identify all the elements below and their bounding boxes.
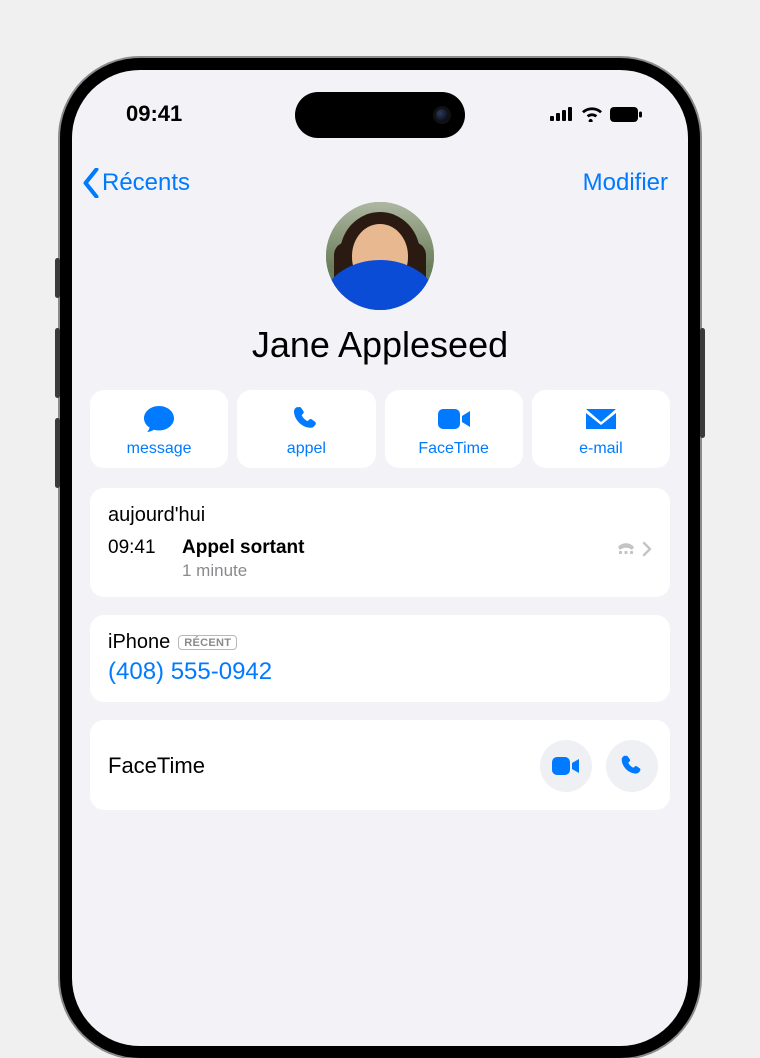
message-label: message [94, 440, 224, 458]
facetime-label: FaceTime [389, 440, 519, 458]
screen: 09:41 [72, 70, 688, 1046]
email-button[interactable]: e-mail [532, 390, 670, 468]
device-frame: 09:41 [60, 58, 700, 1058]
call-log-type: Appel sortant [182, 537, 602, 559]
back-button[interactable]: Récents [82, 168, 190, 198]
facetime-card: FaceTime [90, 720, 670, 810]
power-button [700, 328, 705, 438]
facetime-audio-button[interactable] [606, 740, 658, 792]
wifi-icon [581, 106, 603, 122]
call-label: appel [241, 440, 371, 458]
email-label: e-mail [536, 440, 666, 458]
nav-bar: Récents Modifier [72, 160, 688, 198]
chevron-left-icon [82, 168, 100, 198]
phone-number-card[interactable]: iPhone RÉCENT (408) 555-0942 [90, 615, 670, 702]
facetime-video-button[interactable] [540, 740, 592, 792]
content-area: Récents Modifier Jane Appleseed [72, 70, 688, 810]
message-button[interactable]: message [90, 390, 228, 468]
message-icon [142, 404, 176, 434]
volume-up-button [55, 328, 60, 398]
cellular-icon [550, 107, 574, 121]
tty-icon [616, 542, 636, 556]
contact-name: Jane Appleseed [72, 324, 688, 366]
call-log-duration: 1 minute [182, 561, 602, 581]
call-log-section-title: aujourd'hui [108, 504, 652, 527]
action-row: message appel [72, 390, 688, 468]
phone-icon [292, 405, 320, 433]
contact-avatar[interactable] [326, 202, 434, 310]
dynamic-island [295, 92, 465, 138]
call-button[interactable]: appel [237, 390, 375, 468]
recent-badge: RÉCENT [178, 635, 237, 650]
phone-number: (408) 555-0942 [108, 658, 652, 686]
mute-switch [55, 258, 60, 298]
chevron-right-icon [642, 541, 652, 557]
facetime-card-label: FaceTime [108, 753, 205, 779]
facetime-button[interactable]: FaceTime [385, 390, 523, 468]
mail-icon [584, 407, 618, 431]
video-icon [551, 756, 581, 776]
edit-button[interactable]: Modifier [583, 169, 668, 197]
call-log-row[interactable]: 09:41 Appel sortant 1 minute [108, 537, 652, 581]
camera-icon [433, 106, 451, 124]
video-icon [436, 407, 472, 431]
phone-label: iPhone [108, 631, 170, 654]
volume-down-button [55, 418, 60, 488]
phone-icon [620, 754, 644, 778]
call-log-card: aujourd'hui 09:41 Appel sortant 1 minute [90, 488, 670, 597]
battery-icon [610, 107, 642, 122]
call-log-time: 09:41 [108, 537, 168, 559]
status-time: 09:41 [126, 93, 182, 127]
back-label: Récents [102, 169, 190, 197]
